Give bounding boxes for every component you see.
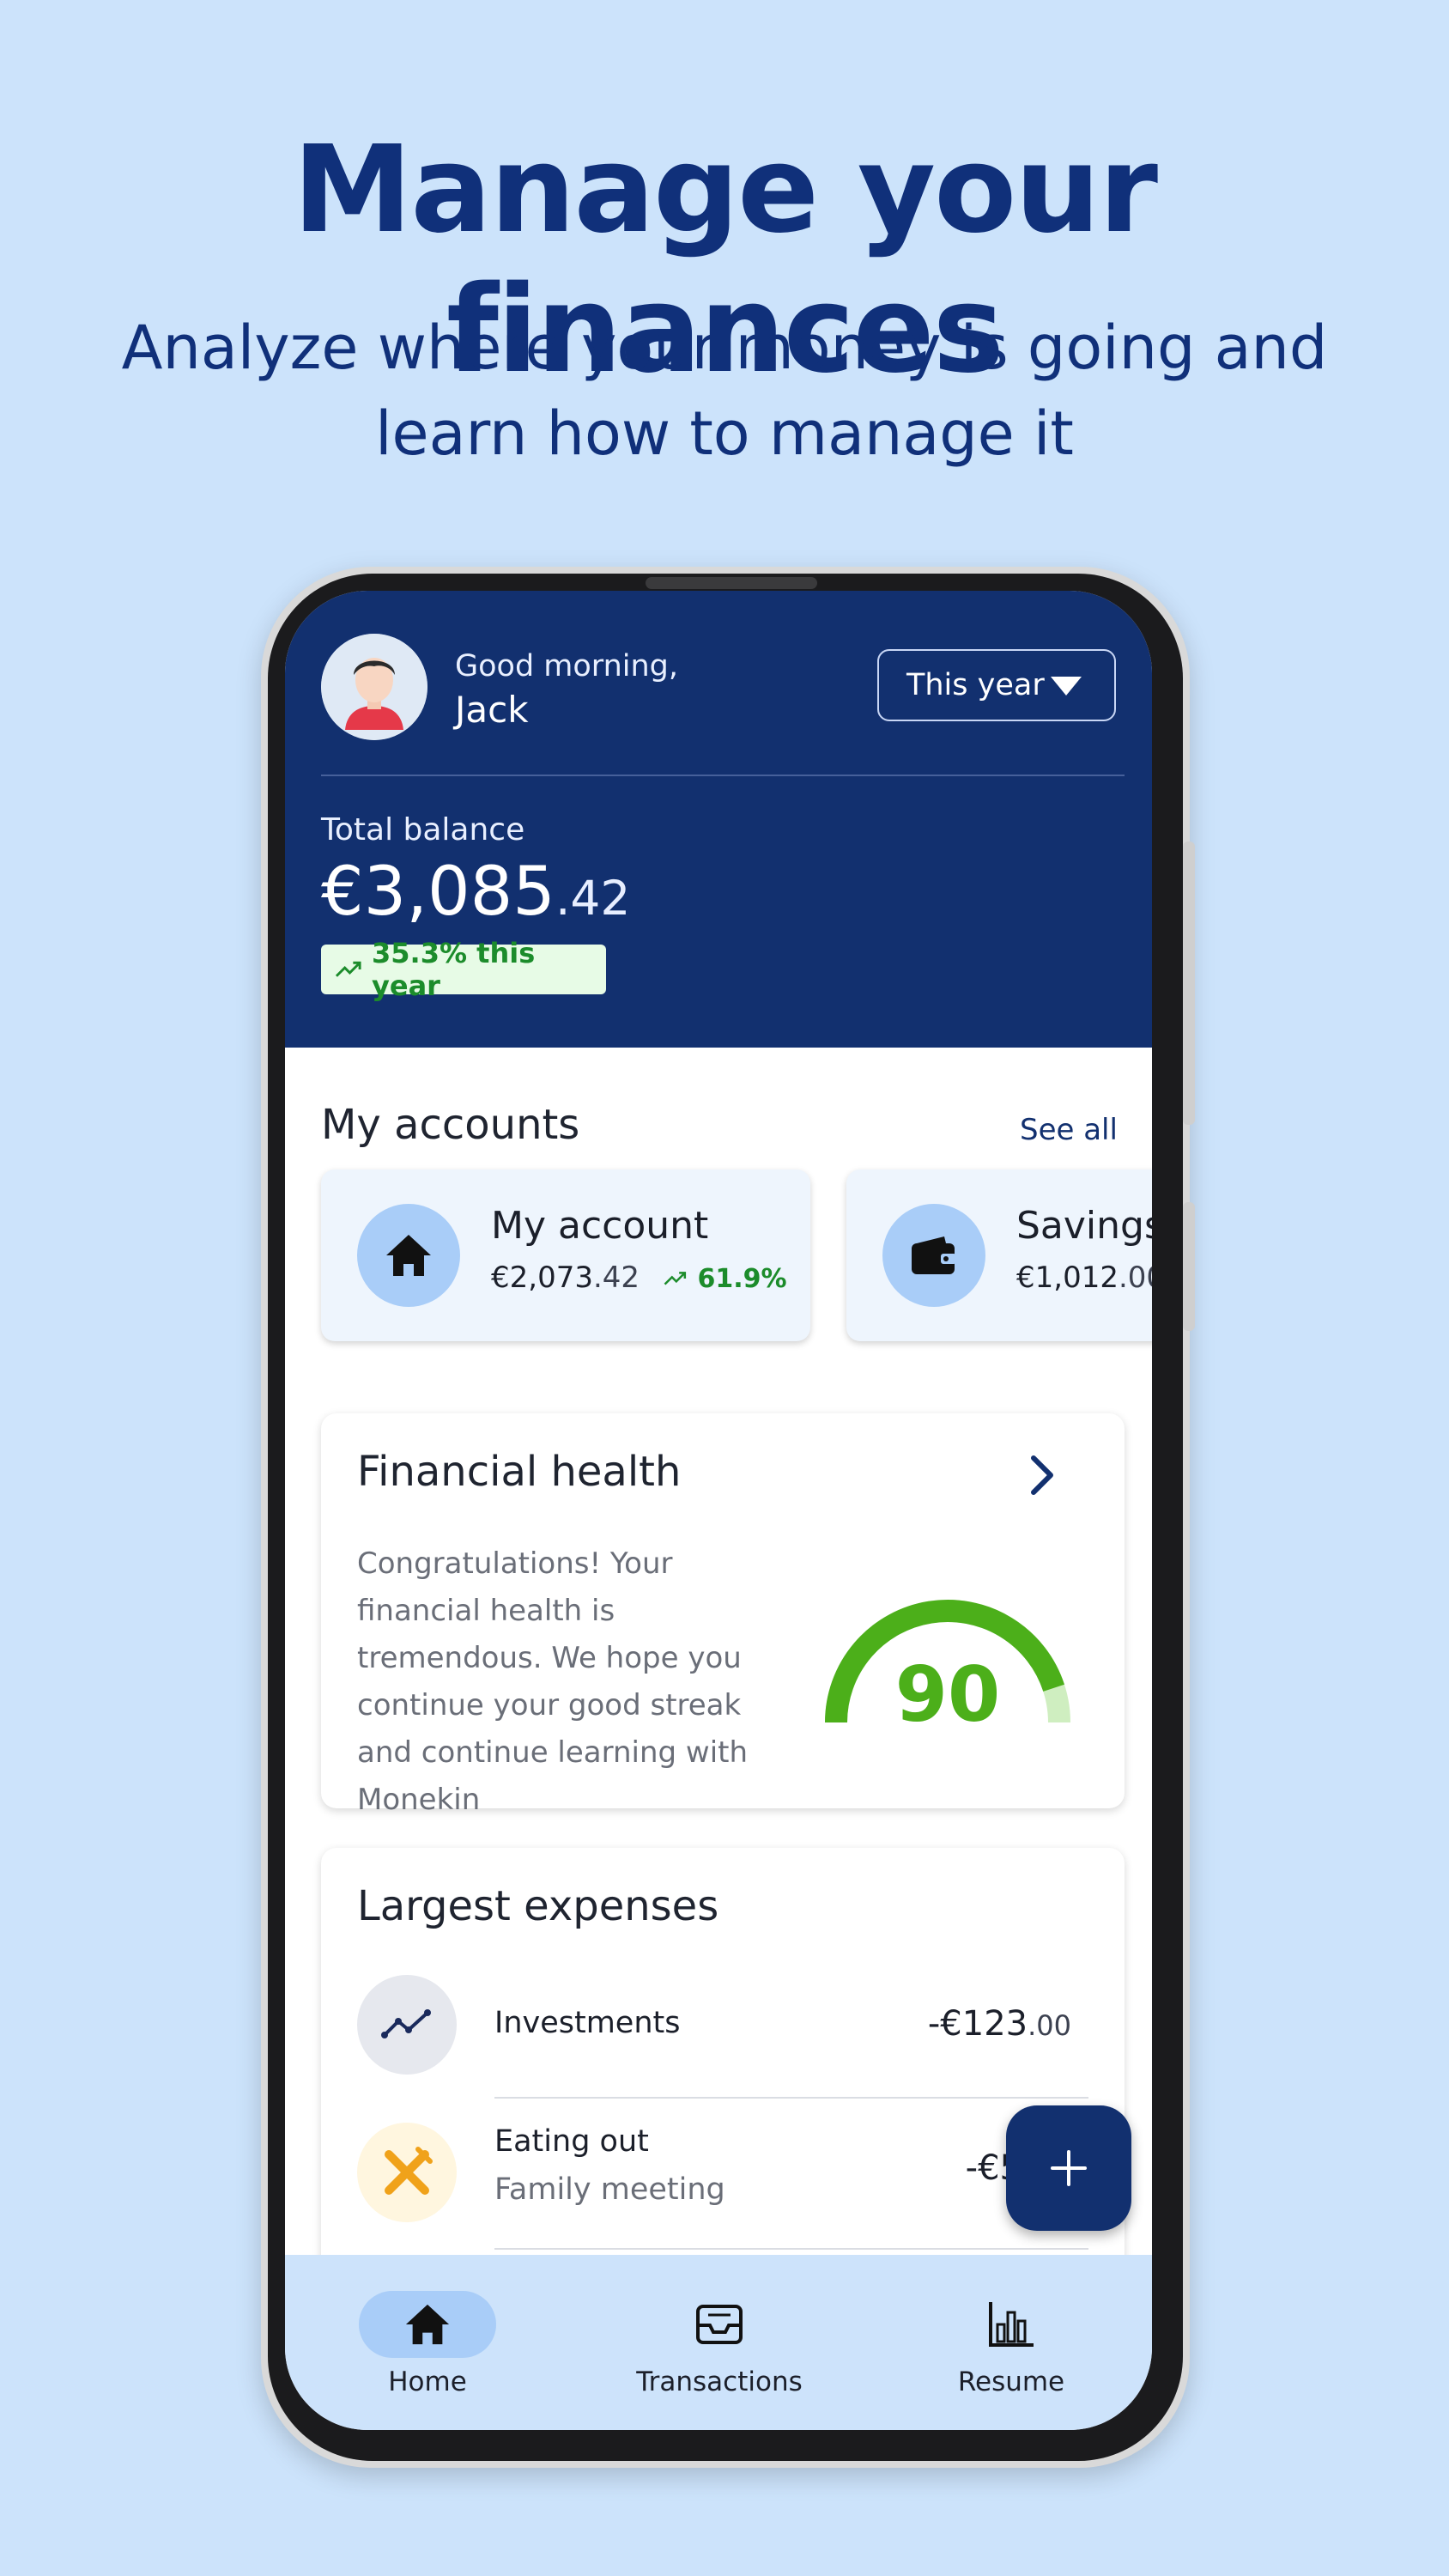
trend-line-icon [381,2009,431,2038]
expense-amount: -€123.00 [928,2004,1071,2044]
nav-icon-container [651,2291,788,2358]
caret-down-icon [1051,677,1082,696]
financial-health-description: Congratulations! Your financial health i… [357,1546,749,1817]
user-name: Jack [455,689,529,731]
period-dropdown-label: This year [906,668,1045,702]
user-avatar-icon [321,634,427,740]
accounts-title: My accounts [321,1101,580,1149]
expense-note: Family meeting [494,2172,725,2207]
nav-label: Resume [957,2366,1065,2397]
phone-side-button [1183,1202,1195,1331]
expense-amount-main: -€123 [927,2004,1028,2044]
expense-divider [494,2097,1088,2099]
total-balance-value: €3,085.42 [321,854,630,931]
nav-active-indicator [359,2291,496,2358]
account-balance: €2,073.42 [491,1261,640,1295]
phone-speaker [646,577,817,589]
home-icon [405,2304,450,2345]
app-screen: Good morning, Jack This year Total balan… [285,591,1152,2430]
account-name: My account [491,1204,709,1248]
account-balance-main: €1,012 [1016,1261,1119,1295]
trending-up-icon [664,1272,687,1285]
period-dropdown[interactable]: This year [877,649,1116,721]
account-balance-cents: .00 [1118,1261,1152,1295]
chevron-right-icon[interactable] [1025,1451,1059,1499]
expense-amount-cents: .00 [1028,2009,1071,2042]
fork-knife-icon [385,2147,433,2195]
account-balance-cents: .42 [592,1261,640,1295]
financial-health-title: Financial health [357,1448,682,1496]
expense-icon-circle [357,1975,457,2075]
balance-main: €3,085 [321,854,555,931]
home-icon [386,1235,431,1276]
nav-item-resume[interactable]: Resume [869,2255,1126,2430]
account-icon-circle [357,1204,460,1307]
bar-chart-icon [989,2302,1034,2347]
health-score-gauge: 90 [825,1600,1070,1739]
balance-cents: .42 [555,871,631,926]
add-transaction-button[interactable] [1006,2105,1131,2231]
header-divider [321,775,1125,776]
see-all-link[interactable]: See all [1020,1113,1118,1147]
plus-icon [1051,2150,1087,2186]
trending-up-icon [335,961,361,977]
inbox-icon [696,2305,743,2344]
app-header: Good morning, Jack This year Total balan… [285,591,1152,1048]
expense-name: Investments [494,2006,681,2040]
wallet-icon [912,1236,956,1274]
financial-health-card[interactable]: Financial health Congratulations! Your f… [321,1413,1125,1817]
health-score-value: 90 [895,1650,1000,1739]
account-change-value: 61.9% [697,1264,787,1294]
expense-row[interactable]: Investments -€123.00 [321,1975,1125,2121]
expense-divider [494,2248,1088,2250]
account-balance-main: €2,073 [491,1261,593,1295]
promo-subtitle: Analyze where your money is going and le… [121,313,1328,469]
avatar[interactable] [321,634,427,740]
total-balance-label: Total balance [321,812,525,848]
account-change: 61.9% [663,1264,787,1294]
growth-badge: 35.3% this year [321,937,606,1002]
largest-expenses-title: Largest expenses [357,1882,719,1930]
account-card[interactable]: Savings €1,012.00 [846,1170,1152,1341]
nav-item-transactions[interactable]: Transactions [577,2255,834,2430]
expense-row[interactable]: Eating out Family meeting -€5 [321,2123,1125,2269]
account-name: Savings [1016,1204,1152,1248]
phone-side-button [1183,841,1195,1125]
nav-item-home[interactable]: Home [285,2255,543,2430]
account-icon-circle [882,1204,985,1307]
expense-name: Eating out [494,2124,649,2159]
nav-label: Home [388,2366,467,2397]
growth-text: 35.3% this year [372,937,536,1002]
nav-label: Transactions [636,2366,803,2397]
nav-icon-container [943,2291,1080,2358]
greeting-text: Good morning, [455,649,679,683]
bottom-navigation: Home Transactions Resume [285,2255,1152,2430]
expense-icon-circle [357,2123,457,2222]
phone-frame: Good morning, Jack This year Total balan… [261,567,1195,2468]
account-balance: €1,012.00 [1016,1261,1152,1295]
account-card[interactable]: My account €2,073.42 61.9% [321,1170,810,1341]
